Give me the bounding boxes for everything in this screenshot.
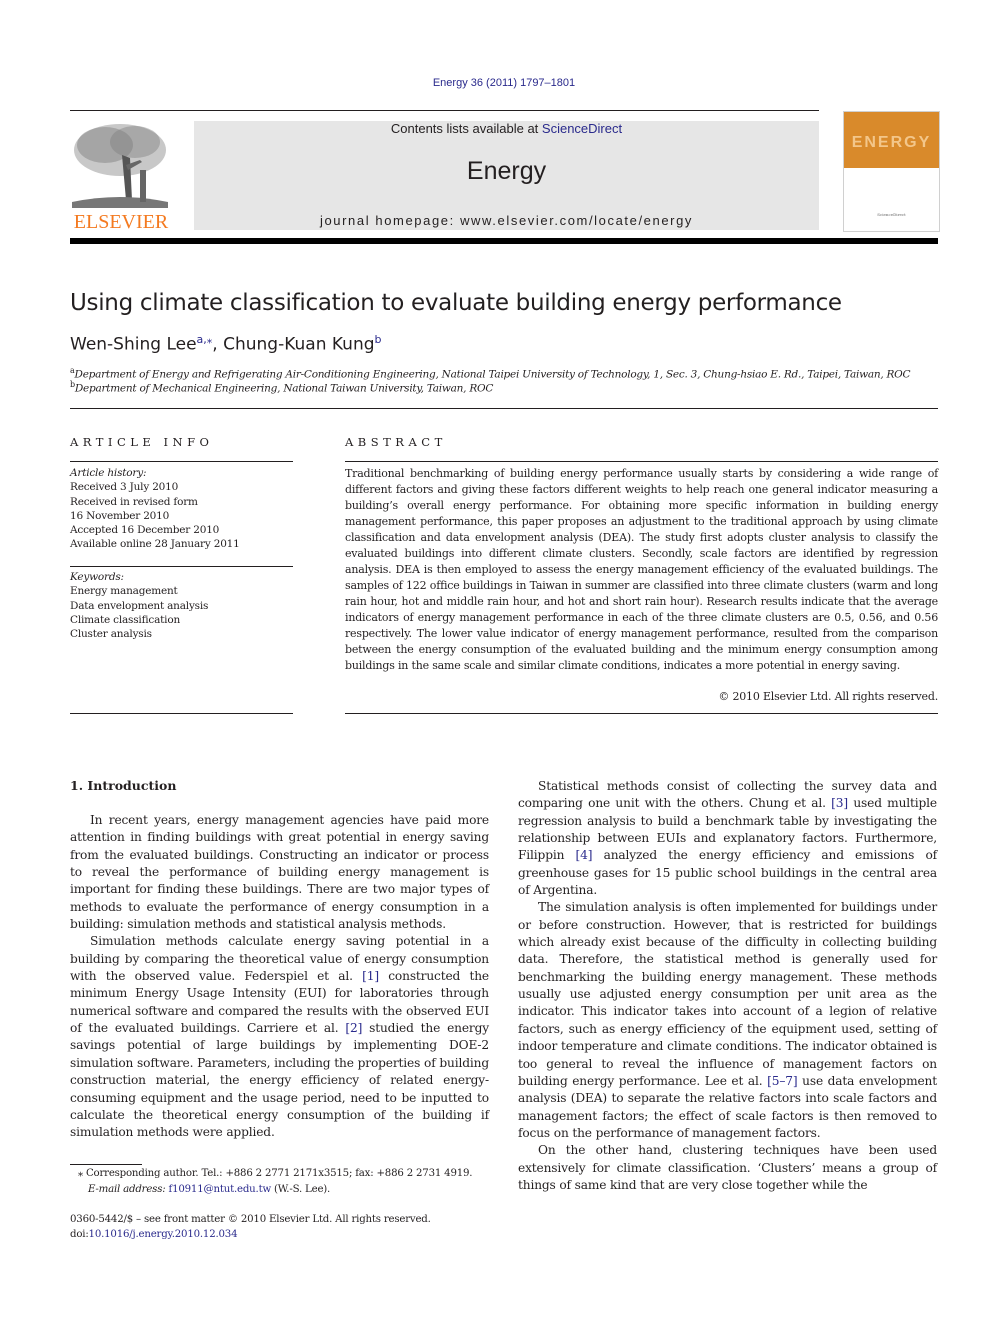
front-matter: 0360-5442/$ – see front matter © 2010 El… — [70, 1212, 500, 1242]
affiliation-text: Department of Energy and Refrigerating A… — [74, 368, 911, 381]
history-item: Received 3 July 2010 — [70, 481, 179, 494]
email-suffix: (W.-S. Lee). — [270, 1183, 331, 1195]
journal-cover-thumbnail[interactable]: ENERGY ScienceDirect — [843, 111, 940, 232]
divider — [345, 461, 938, 462]
journal-homepage: journal homepage: www.elsevier.com/locat… — [194, 213, 819, 228]
doi-line: doi:10.1016/j.energy.2010.12.034 — [70, 1227, 500, 1242]
body-column-left: In recent years, energy management agenc… — [70, 812, 489, 1142]
doi-label: doi: — [70, 1229, 89, 1240]
corresponding-author-footnote: ⁎ Corresponding author. Tel.: +886 2 277… — [78, 1166, 498, 1197]
affiliation-a: aDepartment of Energy and Refrigerating … — [70, 366, 911, 381]
paragraph-text: studied the energy savings potential of … — [70, 1021, 489, 1140]
section-heading-introduction: 1. Introduction — [70, 778, 177, 793]
keywords: Keywords: Energy management Data envelop… — [70, 570, 293, 641]
history-item: Received in revised form — [70, 495, 198, 508]
contents-prefix: Contents lists available at — [390, 121, 542, 136]
contents-line: Contents lists available at ScienceDirec… — [194, 121, 819, 136]
article-title: Using climate classification to evaluate… — [70, 290, 842, 316]
divider — [70, 566, 293, 567]
author-name[interactable]: Wen-Shing Lee — [70, 335, 197, 355]
homepage-url-link[interactable]: www.elsevier.com/locate/energy — [460, 213, 693, 228]
keyword-item: Climate classification — [70, 613, 181, 626]
keyword-item: Data envelopment analysis — [70, 599, 209, 612]
affiliation-text: Department of Mechanical Engineering, Na… — [74, 382, 494, 395]
divider — [345, 713, 938, 714]
email-label: E-mail address: — [88, 1183, 169, 1195]
email-link[interactable]: f10911@ntut.edu.tw — [169, 1184, 272, 1195]
keywords-label: Keywords: — [70, 571, 124, 583]
journal-name: Energy — [466, 157, 547, 185]
elsevier-tree-icon — [72, 124, 168, 208]
doi-link[interactable]: 10.1016/j.energy.2010.12.034 — [89, 1229, 238, 1240]
author-affiliation-mark[interactable]: a,⁎ — [197, 333, 213, 346]
history-item: Available online 28 January 2011 — [70, 538, 240, 551]
body-paragraph: The simulation analysis is often impleme… — [518, 899, 937, 1142]
history-item: 16 November 2010 — [70, 509, 170, 522]
body-paragraph: Simulation methods calculate energy savi… — [70, 933, 489, 1141]
author-affiliation-mark[interactable]: b — [375, 333, 382, 346]
divider — [70, 461, 293, 462]
cover-title: ENERGY — [851, 134, 932, 151]
paragraph-text: The simulation analysis is often impleme… — [518, 900, 937, 1088]
body-column-right: Statistical methods consist of collectin… — [518, 778, 937, 1194]
footnote-corresponding: Corresponding author. Tel.: +886 2 2771 … — [85, 1168, 473, 1179]
abstract-text: Traditional benchmarking of building ene… — [345, 467, 938, 672]
footnote-email-line: E-mail address: f10911@ntut.edu.tw (W.-S… — [78, 1182, 498, 1198]
history-item: Accepted 16 December 2010 — [70, 524, 220, 537]
body-paragraph: Statistical methods consist of collectin… — [518, 778, 937, 899]
title-rule — [70, 408, 938, 409]
affiliation-b: bDepartment of Mechanical Engineering, N… — [70, 380, 493, 395]
cover-sciencedirect-mark: ScienceDirect — [877, 212, 906, 217]
paragraph-text: On the other hand, clustering techniques… — [518, 1143, 937, 1192]
paragraph-text: In recent years, energy management agenc… — [70, 813, 489, 932]
citation-link[interactable]: [3] — [831, 796, 848, 810]
journal-citation-link[interactable]: Energy 36 (2011) 1797–1801 — [0, 77, 992, 89]
citation-link[interactable]: [4] — [576, 848, 593, 862]
author-separator: , — [212, 334, 224, 355]
body-paragraph: In recent years, energy management agenc… — [70, 812, 489, 933]
homepage-prefix: journal homepage: — [319, 213, 461, 228]
citation-link[interactable]: [1] — [362, 969, 379, 983]
header-rule — [70, 110, 819, 111]
footnote-line: ⁎ Corresponding author. Tel.: +886 2 277… — [78, 1166, 498, 1182]
footnote-star: ⁎ — [78, 1168, 83, 1179]
abstract-heading: ABSTRACT — [345, 435, 447, 449]
journal-masthead: Contents lists available at ScienceDirec… — [194, 121, 819, 230]
abstract-copyright: © 2010 Elsevier Ltd. All rights reserved… — [718, 690, 938, 703]
keyword-item: Cluster analysis — [70, 628, 152, 641]
citation-link[interactable]: [5–7] — [767, 1074, 798, 1088]
author-name[interactable]: Chung-Kuan Kung — [223, 335, 374, 355]
article-info-heading: ARTICLE INFO — [70, 435, 214, 449]
keyword-item: Energy management — [70, 585, 178, 598]
history-label: Article history: — [70, 467, 147, 479]
sciencedirect-link[interactable]: ScienceDirect — [542, 121, 622, 136]
body-paragraph: On the other hand, clustering techniques… — [518, 1142, 937, 1194]
elsevier-logo[interactable]: ELSEVIER — [68, 118, 174, 234]
issn-line: 0360-5442/$ – see front matter © 2010 El… — [70, 1214, 431, 1225]
divider — [70, 713, 293, 714]
footnote-rule — [70, 1164, 142, 1165]
author-list: Wen-Shing Leea,⁎, Chung-Kuan Kungb — [70, 333, 382, 355]
header-thick-rule — [70, 238, 938, 244]
elsevier-wordmark: ELSEVIER — [73, 211, 169, 233]
citation-link[interactable]: [2] — [345, 1021, 362, 1035]
article-history: Article history: Received 3 July 2010 Re… — [70, 466, 293, 552]
